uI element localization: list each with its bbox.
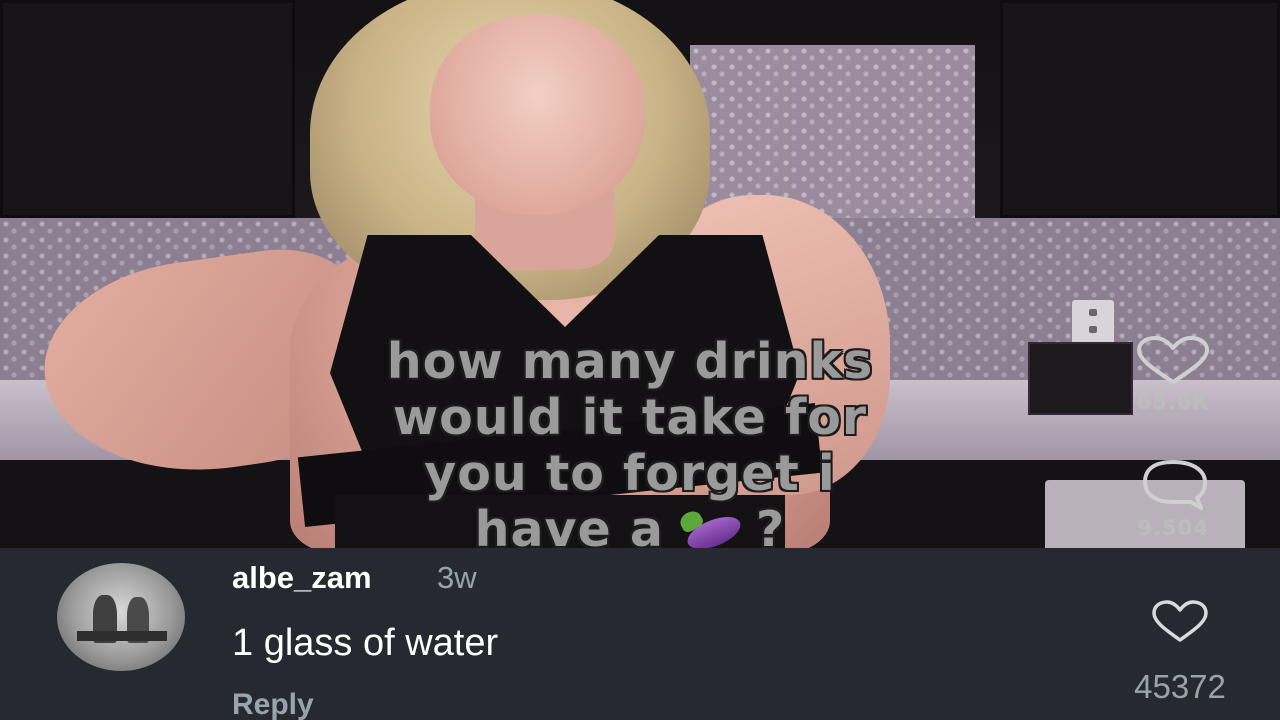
caption-line: how many drinks <box>386 333 874 390</box>
comment-like-button[interactable] <box>1140 600 1220 648</box>
like-count: 65.6K <box>1136 390 1210 414</box>
caption-line: have a? <box>230 502 1030 548</box>
caption-line: you to forget i <box>424 445 836 502</box>
comment-count: 9.504 <box>1137 516 1209 540</box>
comment-action[interactable]: 9.504 <box>1108 458 1238 540</box>
eggplant-emoji-icon <box>676 506 745 548</box>
comment-like-count: 45372 <box>1134 668 1226 705</box>
video-frame[interactable]: how many drinks would it take for you to… <box>0 0 1280 548</box>
comment-timestamp: 3w <box>437 560 477 595</box>
caption-text: have a <box>474 501 664 549</box>
heart-icon[interactable] <box>1108 336 1238 386</box>
caption-line: would it take for <box>392 389 868 446</box>
comment-bubble-icon[interactable] <box>1108 458 1238 512</box>
heart-outline-icon[interactable] <box>1140 600 1220 648</box>
comment-username[interactable]: albe_zam <box>232 560 372 596</box>
comment-panel <box>0 548 1280 720</box>
face <box>430 15 645 215</box>
avatar[interactable] <box>57 563 185 671</box>
video-caption: how many drinks would it take for you to… <box>230 334 1030 548</box>
reply-button[interactable]: Reply <box>232 688 314 720</box>
like-action[interactable]: 65.6K <box>1108 336 1238 414</box>
comment-text: 1 glass of water <box>232 622 499 664</box>
caption-text: ? <box>755 501 786 549</box>
